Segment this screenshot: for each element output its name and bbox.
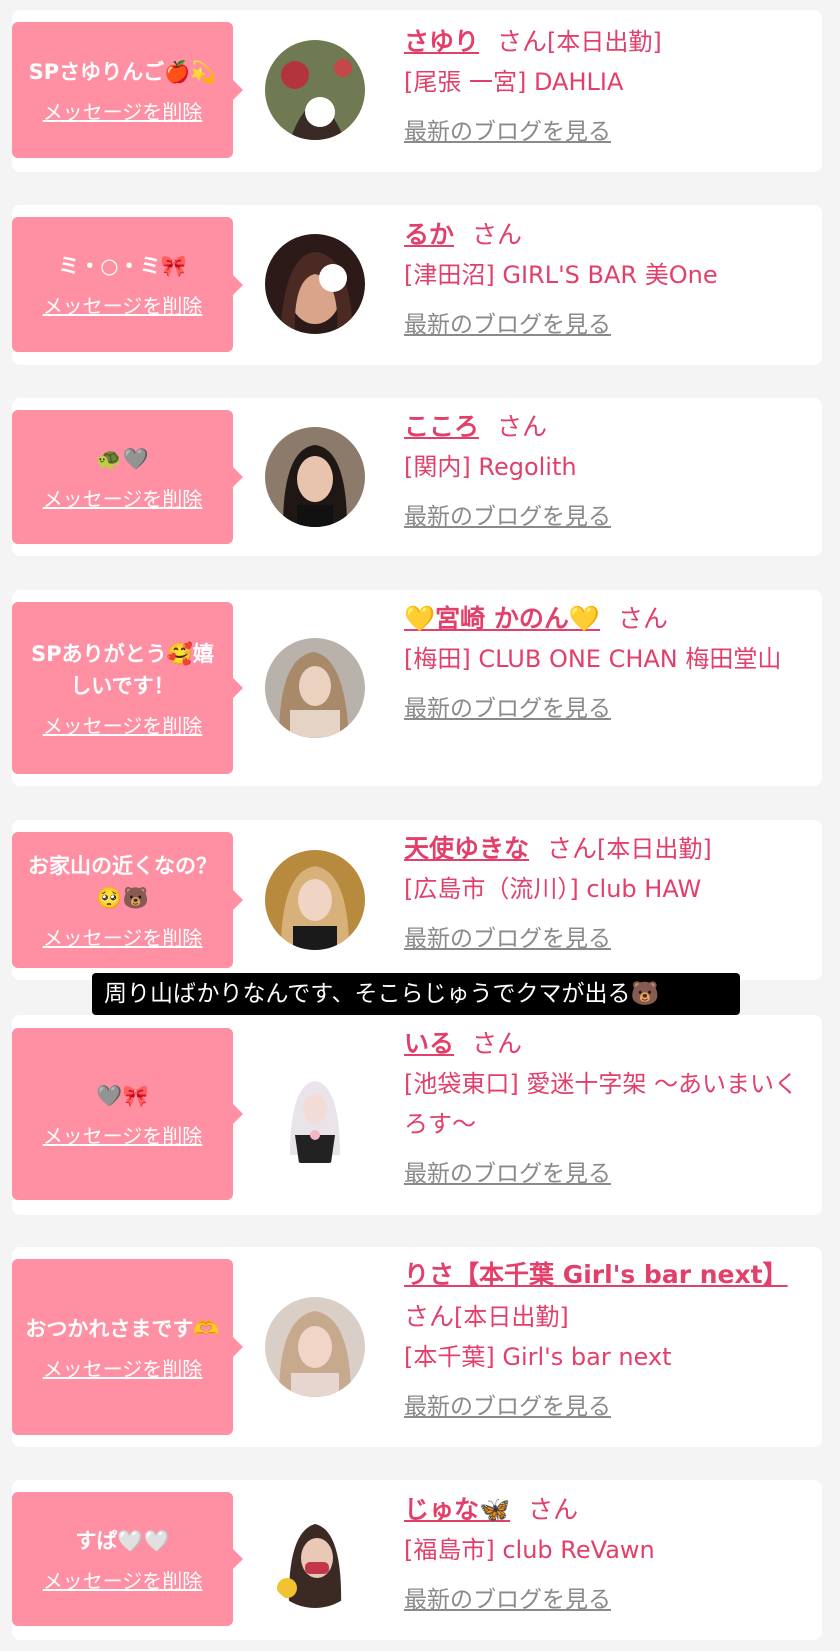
subtitle-caption: 周り山ばかりなんです、そこらじゅうでクマが出る🐻 (92, 973, 740, 1015)
message-bubble: お家山の近くなの？🥺🐻 メッセージを削除 (12, 832, 243, 968)
card-info: じゅな🦋 さん [福島市] club ReVawn 最新のブログを見る (404, 1490, 799, 1614)
message-text: ミ・○・ミ🎀 (58, 254, 187, 278)
blog-link[interactable]: 最新のブログを見る (404, 1154, 611, 1188)
card-info: 天使ゆきな さん[本日出勤] [広島市（流川）] club HAW 最新のブログを… (404, 829, 799, 953)
delete-message-link[interactable]: メッセージを削除 (43, 1353, 203, 1382)
message-bubble: 🐢🩶 メッセージを削除 (12, 410, 243, 544)
store-name: [尾張 一宮] DAHLIA (404, 68, 624, 96)
honorific: さん (472, 220, 523, 249)
cast-name-link[interactable]: さゆり (404, 27, 479, 56)
blog-link[interactable]: 最新のブログを見る (404, 305, 611, 339)
shift-status: [本日出勤] (454, 1303, 569, 1331)
store-name: [津田沼] GIRL'S BAR 美One (404, 261, 718, 289)
message-bubble: SPありがとう🥰嬉しいです！ メッセージを削除 (12, 602, 243, 774)
avatar[interactable] (265, 638, 365, 738)
blog-link[interactable]: 最新のブログを見る (404, 1580, 611, 1614)
blog-link[interactable]: 最新のブログを見る (404, 497, 611, 531)
blog-link[interactable]: 最新のブログを見る (404, 112, 611, 146)
honorific: さん (528, 1495, 579, 1524)
message-bubble: おつかれさまです🫶 メッセージを削除 (12, 1259, 243, 1435)
store-name: [広島市（流川）] club HAW (404, 875, 702, 903)
blog-link[interactable]: 最新のブログを見る (404, 919, 611, 953)
message-text: 🐢🩶 (96, 446, 149, 471)
cast-name-link[interactable]: るか (404, 220, 454, 249)
message-text: SPさゆりんご🍎💫 (28, 59, 217, 84)
message-text: 🩶🎀 (96, 1083, 149, 1108)
delete-message-link[interactable]: メッセージを削除 (43, 290, 203, 319)
card-info: 💛宮崎 かのん💛 さん [梅田] CLUB ONE CHAN 梅田堂山 最新のブロ… (404, 599, 799, 723)
avatar[interactable] (265, 850, 365, 950)
message-bubble: SPさゆりんご🍎💫 メッセージを削除 (12, 22, 243, 158)
store-name: [福島市] club ReVawn (404, 1536, 655, 1564)
shift-status: [本日出勤] (547, 28, 662, 56)
card-info: こころ さん [関内] Regolith 最新のブログを見る (404, 407, 799, 531)
avatar[interactable] (265, 40, 365, 140)
store-name: [池袋東口] 愛迷十字架 〜あいまいくろす〜 (404, 1070, 798, 1138)
honorific: さん (472, 1029, 523, 1058)
avatar[interactable] (265, 234, 365, 334)
avatar[interactable] (265, 1297, 365, 1397)
message-bubble: すぱ🤍🤍 メッセージを削除 (12, 1492, 243, 1626)
cast-name-link[interactable]: 天使ゆきな (404, 834, 529, 863)
delete-message-link[interactable]: メッセージを削除 (43, 483, 203, 512)
delete-message-link[interactable]: メッセージを削除 (43, 1120, 203, 1149)
shift-status: [本日出勤] (597, 835, 712, 863)
avatar[interactable] (265, 1065, 365, 1165)
honorific: さん (547, 834, 598, 863)
cast-name-link[interactable]: こころ (404, 412, 479, 441)
cast-name-link[interactable]: じゅな🦋 (404, 1495, 510, 1524)
avatar[interactable] (265, 1508, 365, 1608)
message-bubble: ミ・○・ミ🎀 メッセージを削除 (12, 217, 243, 352)
store-name: [関内] Regolith (404, 453, 577, 481)
message-bubble: 🩶🎀 メッセージを削除 (12, 1028, 243, 1200)
delete-message-link[interactable]: メッセージを削除 (43, 96, 203, 125)
honorific: さん (404, 1302, 455, 1331)
store-name: [本千葉] Girl's bar next (404, 1343, 672, 1371)
card-info: いる さん [池袋東口] 愛迷十字架 〜あいまいくろす〜 最新のブログを見る (404, 1024, 799, 1188)
message-text: お家山の近くなの？🥺🐻 (28, 853, 217, 910)
message-text: おつかれさまです🫶 (25, 1316, 220, 1341)
message-text: すぱ🤍🤍 (75, 1528, 170, 1553)
message-text: SPありがとう🥰嬉しいです！ (31, 641, 214, 698)
delete-message-link[interactable]: メッセージを削除 (43, 710, 203, 739)
honorific: さん (497, 27, 548, 56)
honorific: さん (497, 412, 548, 441)
blog-link[interactable]: 最新のブログを見る (404, 1387, 611, 1421)
blog-link[interactable]: 最新のブログを見る (404, 689, 611, 723)
cast-name-link[interactable]: りさ【本千葉 Girl's bar next】 (404, 1260, 788, 1289)
delete-message-link[interactable]: メッセージを削除 (43, 1565, 203, 1594)
card-info: りさ【本千葉 Girl's bar next】 さん[本日出勤] [本千葉] G… (404, 1256, 799, 1421)
card-info: さゆり さん[本日出勤] [尾張 一宮] DAHLIA 最新のブログを見る (404, 22, 799, 146)
message-list: SPさゆりんご🍎💫 メッセージを削除 さゆり さん[本日出勤] [尾張 一宮] D… (0, 0, 840, 1651)
card-info: るか さん [津田沼] GIRL'S BAR 美One 最新のブログを見る (404, 215, 799, 339)
honorific: さん (617, 604, 668, 633)
store-name: [梅田] CLUB ONE CHAN 梅田堂山 (404, 645, 782, 673)
delete-message-link[interactable]: メッセージを削除 (43, 922, 203, 951)
cast-name-link[interactable]: いる (404, 1029, 454, 1058)
cast-name-link[interactable]: 💛宮崎 かのん💛 (404, 604, 600, 633)
avatar[interactable] (265, 427, 365, 527)
